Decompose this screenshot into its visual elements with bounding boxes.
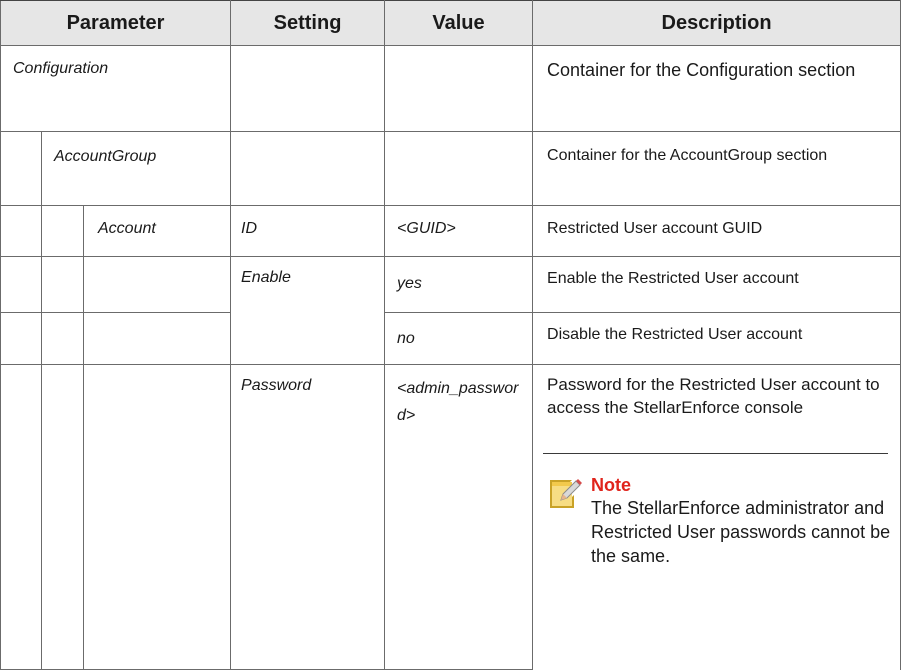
indent-cell — [0, 312, 42, 365]
value-admin-password: <admin_password> — [397, 380, 519, 424]
param-configuration: Configuration — [13, 60, 109, 77]
value-empty — [384, 131, 534, 206]
indent-cell — [41, 364, 84, 670]
table-header-row: Parameter Setting Value Description — [0, 0, 902, 46]
table-row: Account ID <GUID> Restricted User accoun… — [0, 205, 902, 257]
desc-enable-no: Disable the Restricted User account — [547, 326, 803, 343]
header-parameter: Parameter — [0, 0, 232, 46]
note-divider — [543, 453, 889, 454]
desc-account-group: Container for the AccountGroup section — [547, 147, 828, 164]
desc-id: Restricted User account GUID — [547, 220, 763, 237]
document-page: Parameter Setting Value Description Conf… — [0, 0, 910, 670]
value-no: no — [397, 330, 415, 347]
indent-cell — [0, 131, 42, 206]
note-text: The StellarEnforce administrator and Res… — [591, 498, 891, 566]
header-description: Description — [532, 0, 902, 46]
setting-password: Password — [241, 377, 312, 394]
parameter-table: Parameter Setting Value Description Conf… — [0, 0, 902, 670]
value-empty — [384, 45, 534, 132]
table-row: AccountGroup Container for the AccountGr… — [0, 131, 902, 206]
note-pencil-icon — [547, 476, 583, 512]
desc-configuration: Container for the Configuration section — [547, 60, 856, 80]
note-body: Note The StellarEnforce administrator an… — [591, 474, 892, 568]
value-guid: <GUID> — [397, 220, 456, 237]
table-row: Enable yes Enable the Restricted User ac… — [0, 256, 902, 365]
table-row: Configuration Container for the Configur… — [0, 45, 902, 132]
indent-cell — [0, 256, 42, 313]
indent-cell — [82, 364, 232, 670]
setting-empty — [230, 45, 386, 132]
setting-id: ID — [241, 220, 258, 237]
indent-cell — [41, 256, 84, 313]
param-account-group: AccountGroup — [54, 148, 157, 165]
indent-cell — [82, 256, 232, 313]
note-callout: Note The StellarEnforce administrator an… — [533, 474, 900, 568]
desc-password: Password for the Restricted User account… — [547, 375, 880, 417]
indent-cell — [82, 312, 232, 365]
indent-cell — [41, 312, 84, 365]
header-value: Value — [384, 0, 534, 46]
note-title: Note — [591, 475, 632, 495]
table-row: Password <admin_password> Password for t… — [0, 364, 902, 670]
setting-empty — [230, 131, 386, 206]
setting-enable: Enable — [241, 269, 291, 286]
param-account: Account — [98, 220, 156, 237]
indent-cell — [41, 205, 84, 257]
value-yes: yes — [397, 275, 422, 292]
desc-enable-yes: Enable the Restricted User account — [547, 270, 799, 287]
header-setting: Setting — [230, 0, 386, 46]
indent-cell — [0, 364, 42, 670]
table-row: no Disable the Restricted User account — [0, 312, 902, 365]
indent-cell — [0, 205, 42, 257]
